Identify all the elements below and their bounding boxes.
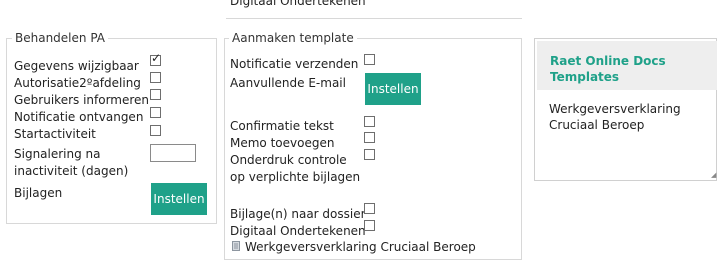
notificatie-verzenden-checkbox[interactable] xyxy=(364,54,375,65)
memo-toevoegen-checkbox[interactable] xyxy=(364,132,375,143)
docs-panel-item[interactable]: Werkgeversverklaring Cruciaal Beroep xyxy=(549,101,699,133)
signalering-input[interactable] xyxy=(150,144,196,162)
digitaal-ondertekenen-checkbox[interactable] xyxy=(364,220,375,231)
startactiviteit-checkbox[interactable] xyxy=(150,125,161,136)
onderdruk-controle-checkbox[interactable] xyxy=(364,149,375,160)
behandelen-instellen-button[interactable]: Instellen xyxy=(151,183,207,215)
notificatie-ontvangen-checkbox[interactable] xyxy=(150,107,161,118)
checkmark-icon: ✓ xyxy=(151,51,162,65)
startactiviteit-label: Startactiviteit xyxy=(14,127,96,141)
confirmatie-tekst-checkbox[interactable] xyxy=(364,116,375,127)
autorisatie-checkbox[interactable] xyxy=(150,72,161,83)
notificatie-verzenden-label: Notificatie verzenden xyxy=(230,57,359,71)
top-cutoff-label: Digitaal Ondertekenen xyxy=(230,0,366,8)
resize-handle-icon[interactable]: ◢ xyxy=(711,172,716,179)
bijlagen-label: Bijlagen xyxy=(14,186,63,200)
signalering-label-line1: Signalering na xyxy=(14,147,101,161)
bijlage-naar-dossier-checkbox[interactable] xyxy=(364,203,375,214)
bijlage-naar-dossier-label: Bijlage(n) naar dossier xyxy=(230,207,366,221)
notificatie-ontvangen-label: Notificatie ontvangen xyxy=(14,110,144,124)
aanvullende-email-label: Aanvullende E-mail xyxy=(230,76,346,90)
autorisatie-label: Autorisatie2ºafdeling xyxy=(14,76,141,90)
attachment-link[interactable]: Werkgeversverklaring Cruciaal Beroep xyxy=(245,240,476,255)
onderdruk-controle-line2: op verplichte bijlagen xyxy=(230,170,361,184)
gegevens-wijzigbaar-checkbox[interactable]: ✓ xyxy=(150,51,161,66)
aanmaken-instellen-button[interactable]: Instellen xyxy=(365,73,421,105)
confirmatie-tekst-label: Confirmatie tekst xyxy=(230,119,334,133)
digitaal-ondertekenen-label: Digitaal Ondertekenen xyxy=(230,224,366,238)
signalering-label-line2: inactiviteit (dagen) xyxy=(14,164,129,178)
memo-toevoegen-label: Memo toevoegen xyxy=(230,136,335,150)
gebruikers-informeren-label: Gebruikers informeren xyxy=(14,93,150,107)
gebruikers-informeren-checkbox[interactable] xyxy=(150,89,161,100)
document-icon xyxy=(232,240,240,251)
top-divider xyxy=(226,18,522,19)
behandelen-pa-legend: Behandelen PA xyxy=(12,31,108,45)
aanmaken-template-legend: Aanmaken template xyxy=(229,31,357,45)
docs-panel-title: Raet Online Docs Templates xyxy=(550,54,666,84)
onderdruk-controle-line1: Onderdruk controle xyxy=(230,153,347,167)
gegevens-wijzigbaar-label: Gegevens wijzigbaar xyxy=(14,59,139,73)
